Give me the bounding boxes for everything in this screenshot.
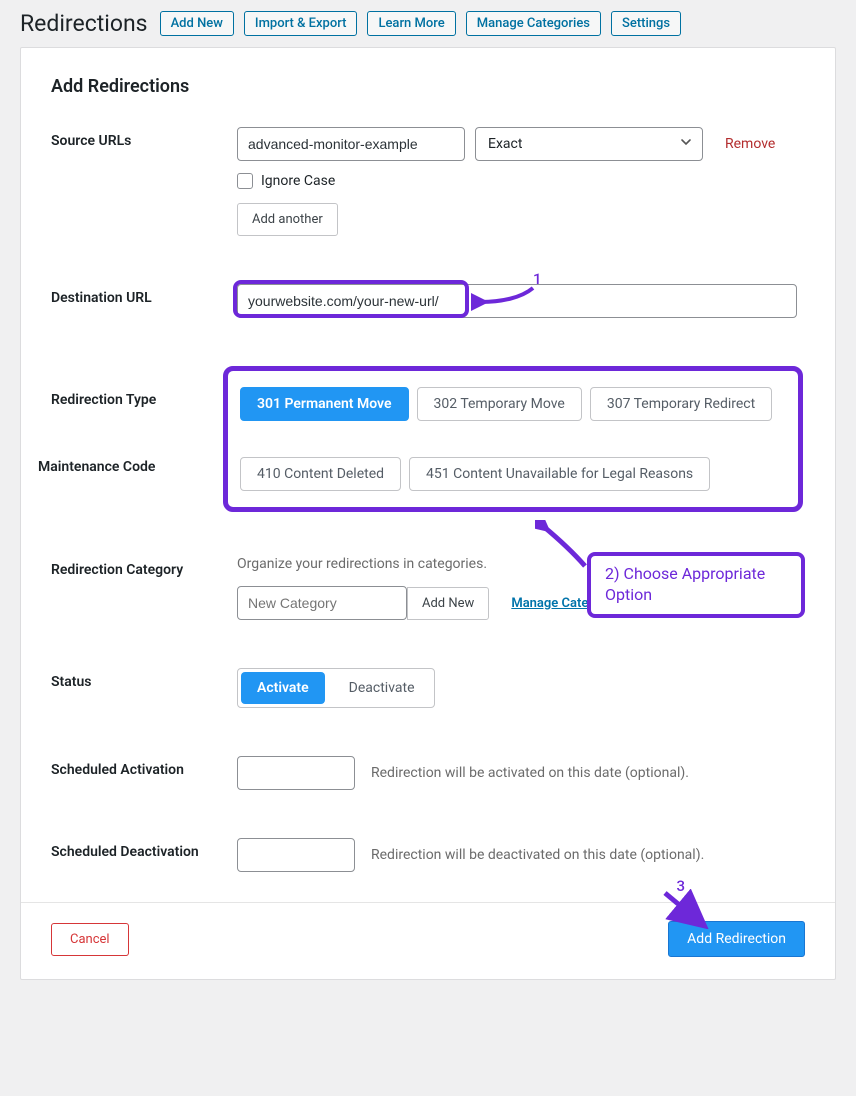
manage-categories-button[interactable]: Manage Categories [466, 11, 601, 36]
annotation-number-1: 1 [533, 270, 542, 288]
page-title: Redirections [20, 10, 148, 37]
add-another-source-button[interactable]: Add another [237, 203, 338, 236]
annotation-number-3: 3 [676, 877, 685, 895]
redirection-category-label: Redirection Category [51, 556, 237, 620]
annotation-callout-2: 2) Choose Appropriate Option [587, 552, 805, 618]
destination-url-input[interactable] [237, 284, 797, 318]
scheduled-deactivation-hint: Redirection will be deactivated on this … [371, 847, 704, 863]
redirection-type-label: Redirection Type [51, 366, 237, 512]
type-301-button[interactable]: 301 Permanent Move [240, 387, 409, 421]
scheduled-deactivation-input[interactable] [237, 838, 355, 872]
settings-button[interactable]: Settings [611, 11, 681, 36]
cancel-button[interactable]: Cancel [51, 923, 129, 956]
remove-source-link[interactable]: Remove [725, 136, 775, 152]
panel-title: Add Redirections [51, 76, 805, 97]
new-category-input[interactable] [237, 586, 407, 620]
source-urls-label: Source URLs [51, 127, 237, 236]
code-410-button[interactable]: 410 Content Deleted [240, 457, 401, 491]
ignore-case-checkbox[interactable] [237, 173, 253, 189]
maintenance-code-label: Maintenance Code [38, 459, 155, 475]
page-header: Redirections Add New Import & Export Lea… [20, 10, 836, 37]
scheduled-activation-input[interactable] [237, 756, 355, 790]
learn-more-button[interactable]: Learn More [367, 11, 455, 36]
status-label: Status [51, 668, 237, 708]
scheduled-deactivation-label: Scheduled Deactivation [51, 838, 237, 872]
match-type-select[interactable]: Exact [475, 127, 703, 161]
scheduled-activation-label: Scheduled Activation [51, 756, 237, 790]
status-activate-button[interactable]: Activate [241, 672, 325, 704]
chevron-down-icon [680, 136, 692, 152]
scheduled-activation-hint: Redirection will be activated on this da… [371, 765, 689, 781]
source-url-input[interactable] [237, 127, 465, 161]
import-export-button[interactable]: Import & Export [244, 11, 358, 36]
annotation-highlight-2: 301 Permanent Move 302 Temporary Move 30… [223, 366, 803, 512]
add-new-button[interactable]: Add New [160, 11, 234, 36]
redirections-card: Add Redirections Source URLs Exact Remov… [20, 47, 836, 980]
destination-url-label: Destination URL [51, 284, 237, 318]
ignore-case-label: Ignore Case [261, 173, 335, 189]
add-category-button[interactable]: Add New [407, 587, 489, 620]
status-deactivate-button[interactable]: Deactivate [333, 672, 431, 704]
code-451-button[interactable]: 451 Content Unavailable for Legal Reason… [409, 457, 710, 491]
add-redirection-button[interactable]: Add Redirection [668, 921, 805, 957]
match-type-value: Exact [488, 136, 522, 152]
type-302-button[interactable]: 302 Temporary Move [417, 387, 582, 421]
type-307-button[interactable]: 307 Temporary Redirect [590, 387, 772, 421]
